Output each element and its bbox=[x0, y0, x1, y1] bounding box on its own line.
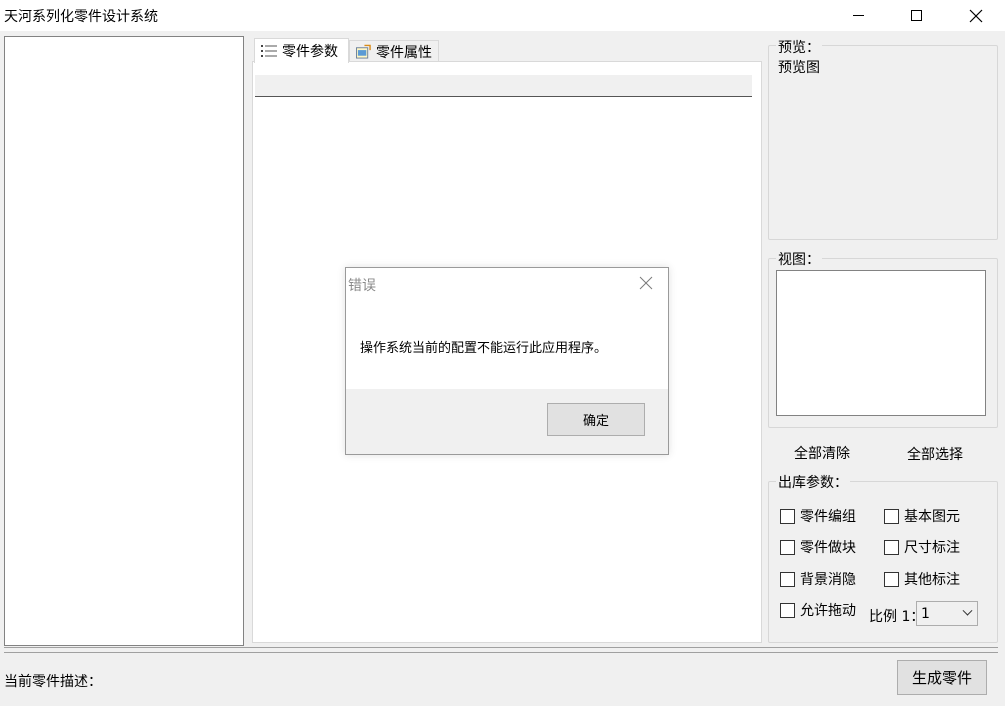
checkbox-label: 背景消隐 bbox=[800, 572, 856, 588]
properties-icon bbox=[356, 44, 371, 59]
generate-part-button[interactable]: 生成零件 bbox=[897, 660, 987, 695]
checkbox-box[interactable] bbox=[780, 602, 795, 618]
minimize-button[interactable] bbox=[835, 0, 881, 31]
checkbox-box[interactable] bbox=[884, 508, 899, 524]
view-legend: 视图： bbox=[776, 249, 822, 269]
scale-select[interactable]: 1 bbox=[916, 601, 978, 626]
list-icon bbox=[261, 45, 277, 57]
output-params-legend: 出库参数： bbox=[776, 472, 850, 492]
select-all-button[interactable]: 全部选择 bbox=[907, 444, 963, 464]
checkbox-basic-primitive[interactable]: 基本图元 bbox=[884, 506, 960, 526]
scale-label: 比例 1： bbox=[869, 609, 919, 625]
chevron-down-icon bbox=[962, 605, 973, 616]
part-description-label: 当前零件描述： bbox=[4, 674, 102, 690]
checkbox-box[interactable] bbox=[780, 508, 795, 524]
dialog-title: 错误 bbox=[348, 278, 376, 294]
tab-label: 零件属性 bbox=[376, 44, 432, 61]
maximize-icon bbox=[910, 10, 922, 21]
checkbox-label: 零件做块 bbox=[800, 540, 856, 556]
checkbox-part-block[interactable]: 零件做块 bbox=[780, 537, 857, 557]
window-title: 天河系列化零件设计系统 bbox=[4, 9, 158, 25]
minimize-icon bbox=[852, 15, 864, 16]
scale-value: 1 bbox=[921, 605, 930, 622]
tab-part-parameters[interactable]: 零件参数 bbox=[254, 38, 349, 63]
checkbox-label: 允许拖动 bbox=[800, 603, 856, 619]
splitter[interactable] bbox=[4, 647, 998, 653]
checkbox-box[interactable] bbox=[884, 539, 899, 555]
checkbox-box[interactable] bbox=[780, 571, 795, 587]
dialog-ok-button[interactable]: 确定 bbox=[547, 403, 645, 436]
close-icon bbox=[639, 276, 653, 290]
tab-label: 零件参数 bbox=[282, 44, 338, 60]
clear-all-button[interactable]: 全部清除 bbox=[794, 443, 850, 463]
part-tree-panel[interactable] bbox=[4, 36, 244, 646]
dialog-message: 操作系统当前的配置不能运行此应用程序。 bbox=[360, 341, 608, 356]
checkbox-other-annotation[interactable]: 其他标注 bbox=[884, 569, 960, 589]
close-icon bbox=[969, 9, 983, 22]
checkbox-part-group[interactable]: 零件编组 bbox=[780, 506, 857, 526]
view-list[interactable] bbox=[776, 270, 986, 416]
tab-part-properties[interactable]: 零件属性 bbox=[349, 40, 439, 62]
checkbox-box[interactable] bbox=[780, 539, 795, 555]
checkbox-label: 基本图元 bbox=[904, 509, 960, 525]
dialog-close-button[interactable] bbox=[637, 274, 655, 292]
preview-placeholder: 预览图 bbox=[778, 60, 820, 76]
checkbox-label: 零件编组 bbox=[800, 509, 856, 525]
checkbox-allow-drag[interactable]: 允许拖动 bbox=[780, 600, 856, 620]
preview-legend: 预览： bbox=[776, 37, 822, 57]
checkbox-box[interactable] bbox=[884, 571, 899, 587]
checkbox-label: 尺寸标注 bbox=[904, 540, 960, 556]
maximize-button[interactable] bbox=[893, 0, 939, 31]
checkbox-hidden-line[interactable]: 背景消隐 bbox=[780, 569, 857, 589]
checkbox-label: 其他标注 bbox=[904, 572, 960, 588]
close-button[interactable] bbox=[953, 0, 999, 31]
parameter-grid-header bbox=[255, 75, 752, 97]
checkbox-dimension[interactable]: 尺寸标注 bbox=[884, 537, 960, 557]
